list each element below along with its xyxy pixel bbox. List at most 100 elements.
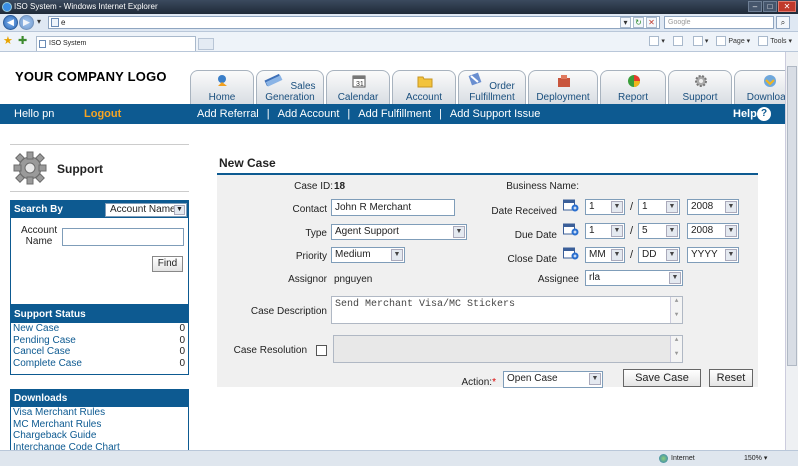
case-resolution-textarea[interactable]: ▲ ▼ (333, 335, 683, 363)
print-cmd[interactable]: ▾ (692, 36, 708, 48)
refresh-icon[interactable]: ↻ (633, 17, 644, 28)
calendar-icon[interactable] (563, 223, 579, 236)
assignee-label: Assignee (537, 274, 579, 285)
add-account-link[interactable]: Add Account (278, 108, 340, 120)
search-by-box: Search By Account Name ▼ Account Name Fi… (10, 200, 189, 305)
priority-select[interactable]: Medium ▼ (331, 247, 405, 263)
contact-input[interactable]: John R Merchant (331, 199, 455, 216)
due-month-select[interactable]: 1 ▼ (585, 223, 625, 239)
list-item[interactable]: Pending Case 0 (11, 335, 188, 347)
tab-deployment[interactable]: Deployment (528, 70, 598, 104)
page-cmd[interactable]: Page ▾ (716, 36, 750, 48)
stop-icon[interactable]: ✕ (646, 17, 657, 28)
back-icon[interactable]: ◀ (3, 15, 18, 30)
close-button[interactable]: ✕ (778, 1, 796, 12)
tab-sales-generation[interactable]: Sales Generation (256, 70, 324, 104)
action-select[interactable]: Open Case ▼ (503, 371, 603, 388)
find-button[interactable]: Find (152, 256, 183, 272)
account-name-input[interactable] (62, 228, 184, 246)
description-label: Case Description (250, 306, 327, 317)
download-link[interactable]: Interchange Code Chart (13, 442, 120, 451)
help-icon[interactable]: ? (757, 107, 771, 121)
reset-button[interactable]: Reset (709, 369, 753, 387)
type-label: Type (305, 228, 327, 239)
tab-order-fulfillment[interactable]: Order Fulfillment (458, 70, 526, 104)
download-link[interactable]: Visa Merchant Rules (13, 407, 105, 418)
case-description-textarea[interactable]: Send Merchant Visa/MC Stickers ▲ ▼ (331, 296, 683, 324)
home-icon (218, 75, 227, 86)
address-dropdown-icon[interactable]: ▾ (620, 17, 631, 28)
due-day-select[interactable]: 5 ▼ (638, 223, 680, 239)
chevron-down-icon: ▼ (589, 373, 601, 385)
minimize-button[interactable]: – (748, 1, 762, 12)
case-id-value: 18 (334, 181, 346, 192)
search-icon[interactable]: ⌕ (776, 16, 790, 29)
new-tab-button[interactable] (198, 38, 214, 50)
close-day-select[interactable]: DD ▼ (638, 247, 680, 263)
list-item[interactable]: Interchange Code Chart (11, 442, 188, 451)
close-year-select[interactable]: YYYY ▼ (687, 247, 739, 263)
greeting: Hello pn (14, 108, 55, 120)
type-select[interactable]: Agent Support ▼ (331, 224, 467, 240)
save-case-button[interactable]: Save Case (623, 369, 701, 387)
list-item[interactable]: New Case 0 (11, 323, 188, 335)
list-item[interactable]: Complete Case 0 (11, 358, 188, 370)
search-by-select[interactable]: Account Name ▼ (105, 203, 187, 217)
logout-link[interactable]: Logout (84, 104, 121, 124)
search-input[interactable]: Google (664, 16, 774, 29)
tools-cmd[interactable]: Tools ▾ (758, 36, 792, 48)
pie-chart-icon (628, 75, 640, 87)
tab-home[interactable]: Home (190, 70, 254, 104)
address-input[interactable]: e (48, 16, 660, 29)
page-scrollbar[interactable] (785, 52, 798, 450)
nav-separator: | (439, 108, 442, 120)
page-title: New Case (219, 156, 276, 170)
history-dropdown-icon[interactable]: ▾ (34, 17, 44, 28)
tab-report[interactable]: Report (600, 70, 666, 104)
received-month-select[interactable]: 1 ▼ (585, 199, 625, 215)
maximize-button[interactable]: □ (763, 1, 777, 12)
add-support-issue-link[interactable]: Add Support Issue (450, 108, 541, 120)
home-cmd[interactable]: ▾ (649, 36, 665, 48)
calendar-icon[interactable] (563, 199, 579, 212)
download-link[interactable]: MC Merchant Rules (13, 419, 101, 430)
tab-support[interactable]: Support (668, 70, 732, 104)
tab-calendar[interactable]: 31 Calendar (326, 70, 390, 104)
add-favorites-icon[interactable]: ✚ (18, 35, 27, 47)
list-item[interactable]: Visa Merchant Rules (11, 407, 188, 419)
tab-label-line2: Generation (265, 92, 315, 103)
close-month-select[interactable]: MM ▼ (585, 247, 625, 263)
scrollbar-thumb[interactable] (787, 66, 797, 366)
status-label: Complete Case (13, 357, 82, 369)
received-year-select[interactable]: 2008 ▼ (687, 199, 739, 215)
forward-icon[interactable]: ▶ (19, 15, 34, 30)
business-name-label: Business Name: (506, 181, 579, 192)
status-count: 0 (179, 334, 185, 346)
favorites-bar: ★ ✚ ISO System ▾ ▾ Page ▾ Tools ▾ (0, 32, 798, 52)
due-year-select[interactable]: 2008 ▼ (687, 223, 739, 239)
add-referral-link[interactable]: Add Referral (197, 108, 259, 120)
chevron-down-icon: ▼ (669, 272, 681, 284)
svg-text:31: 31 (356, 81, 364, 88)
due-date-label: Due Date (514, 230, 557, 241)
calendar-icon[interactable] (563, 247, 579, 260)
window-title: ISO System - Windows Internet Explorer (14, 2, 158, 11)
received-day-select[interactable]: 1 ▼ (638, 199, 680, 215)
textarea-scrollbar[interactable]: ▲ ▼ (670, 336, 682, 362)
list-item[interactable]: Cancel Case 0 (11, 346, 188, 358)
favorites-star-icon[interactable]: ★ (3, 35, 13, 47)
list-item[interactable]: MC Merchant Rules (11, 419, 188, 431)
download-link[interactable]: Chargeback Guide (13, 430, 96, 441)
textarea-scrollbar[interactable]: ▲ ▼ (670, 297, 682, 323)
list-item[interactable]: Chargeback Guide (11, 430, 188, 442)
help-link[interactable]: Help (733, 104, 757, 124)
status-count: 0 (179, 323, 185, 334)
assignee-select[interactable]: rla ▼ (585, 270, 683, 286)
resolution-checkbox[interactable] (316, 345, 327, 356)
feeds-cmd[interactable] (672, 36, 685, 48)
browser-tab[interactable]: ISO System (36, 36, 196, 51)
zoom-level[interactable]: 150% ▾ (744, 451, 767, 466)
chevron-down-icon: ▼ (391, 249, 403, 261)
tab-account[interactable]: Account (392, 70, 456, 104)
add-fulfillment-link[interactable]: Add Fulfillment (358, 108, 431, 120)
